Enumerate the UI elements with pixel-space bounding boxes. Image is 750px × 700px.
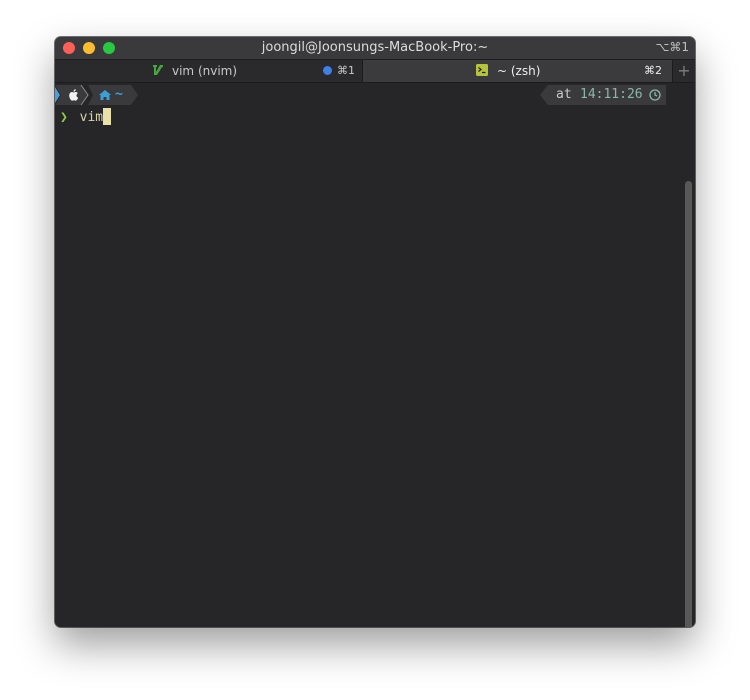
tab-shortcut: ⌘1 xyxy=(337,64,355,77)
vim-icon xyxy=(153,65,163,75)
tab-label: ~ (zsh) xyxy=(497,64,541,78)
scrollbar[interactable] xyxy=(685,181,692,627)
terminal-window: joongil@Joonsungs-MacBook-Pro:~ ⌥⌘1 vim … xyxy=(55,37,695,627)
time-prefix: at xyxy=(556,87,572,102)
clock-icon xyxy=(649,89,661,101)
prompt-symbol: ❯ xyxy=(60,110,68,125)
terminal-area[interactable]: ~ at 14:11:26 ❯ vim xyxy=(55,83,695,627)
tab-bar: vim (nvim) ⌘1 ~ (zsh) ⌘2 + xyxy=(55,60,695,83)
apple-icon xyxy=(69,89,79,101)
terminal-icon xyxy=(476,64,488,76)
tab-shortcut: ⌘2 xyxy=(644,64,662,77)
text-cursor xyxy=(103,108,112,125)
home-icon xyxy=(99,90,111,100)
tab-vim[interactable]: vim (nvim) ⌘1 xyxy=(55,60,363,82)
window-shortcut: ⌥⌘1 xyxy=(655,40,689,54)
time-value: 14:11:26 xyxy=(580,87,643,102)
activity-dot xyxy=(323,66,332,75)
title-bar: joongil@Joonsungs-MacBook-Pro:~ ⌥⌘1 xyxy=(55,37,695,60)
tab-zsh[interactable]: ~ (zsh) ⌘2 xyxy=(363,60,672,82)
current-directory: ~ xyxy=(115,87,123,102)
tab-label: vim (nvim) xyxy=(172,64,238,78)
window-title: joongil@Joonsungs-MacBook-Pro:~ xyxy=(261,40,489,55)
new-tab-button[interactable]: + xyxy=(672,60,695,82)
command-line[interactable]: ❯ vim xyxy=(60,108,112,125)
command-text: vim xyxy=(79,110,104,125)
